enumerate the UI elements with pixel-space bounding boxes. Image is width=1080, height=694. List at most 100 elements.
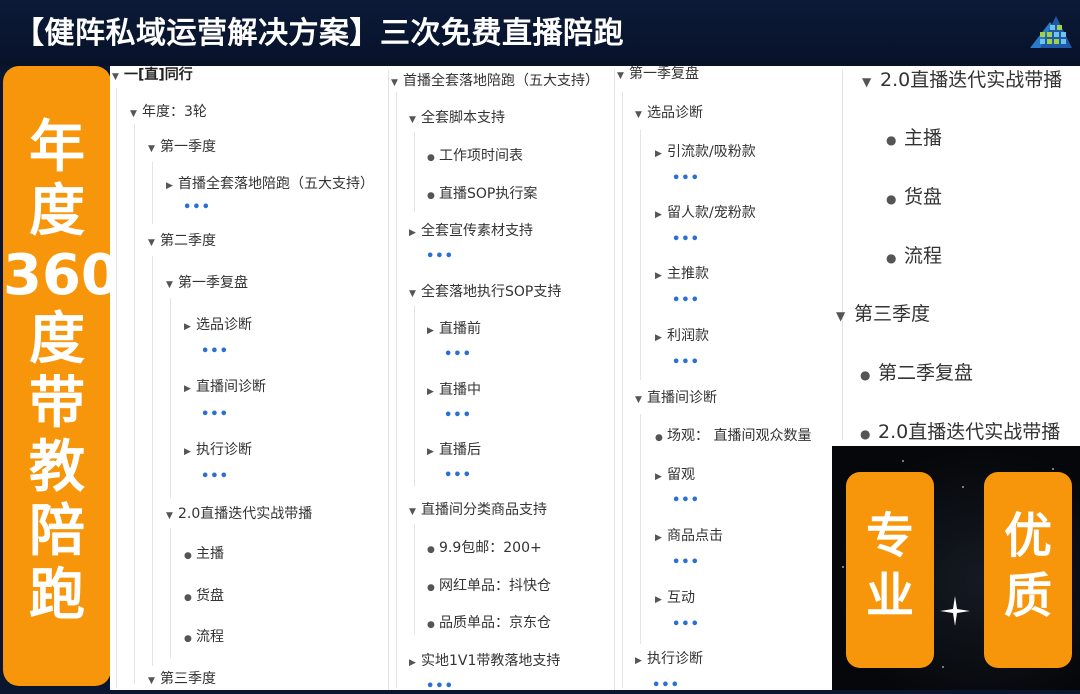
tree-node-flow[interactable]: ● 流程 xyxy=(184,628,224,648)
bullet-icon: ● xyxy=(886,251,897,265)
tree-node-c4-q3[interactable]: ▼ 第三季度 xyxy=(836,302,930,328)
tree-node-viewers[interactable]: ● 场观： 直播间观众数量 xyxy=(655,427,811,447)
tree-node-c4-goods[interactable]: ● 货盘 xyxy=(886,185,942,211)
tree-node-iter[interactable]: ▼ 2.0直播迭代实战带播 xyxy=(166,505,312,525)
tree-node-interact[interactable]: ▶ 互动 xyxy=(655,589,695,609)
tree-node-promo[interactable]: ▶ 全套宣传素材支持 xyxy=(409,222,533,242)
tree-node-exec-diag[interactable]: ▶ 执行诊断 xyxy=(635,650,703,670)
badge-quality: 优 质 xyxy=(984,472,1072,668)
caret-down-icon: ▼ xyxy=(836,309,846,323)
tree-node-traffic[interactable]: ▶ 引流款/吸粉款 xyxy=(655,143,756,163)
more-icon[interactable]: ••• xyxy=(672,294,700,307)
more-icon[interactable]: ••• xyxy=(672,494,700,507)
tree-node-root[interactable]: ▼ 一[直]同行 xyxy=(112,66,193,86)
more-icon[interactable]: ••• xyxy=(672,172,700,185)
caret-down-icon: ▼ xyxy=(148,676,155,686)
more-icon[interactable]: ••• xyxy=(426,250,454,263)
tree-guide-line xyxy=(414,306,415,486)
caret-right-icon: ▶ xyxy=(409,658,416,668)
caret-down-icon: ▼ xyxy=(166,511,173,521)
tree-node-q2[interactable]: ▼ 第二季度 xyxy=(148,232,216,252)
sparkle-icon xyxy=(940,596,970,626)
bullet-icon: ● xyxy=(184,634,192,644)
bullet-icon: ● xyxy=(427,583,435,593)
tree-node-script[interactable]: ▼ 全套脚本支持 xyxy=(409,109,505,129)
caret-down-icon: ▼ xyxy=(148,144,155,154)
tree-node-q1-child[interactable]: ▶ 首播全套落地陪跑（五大支持） xyxy=(166,175,374,195)
caret-right-icon: ▶ xyxy=(655,333,662,343)
tree-guide-line xyxy=(414,524,415,634)
caret-down-icon: ▼ xyxy=(617,71,624,81)
tree-guide-line xyxy=(640,130,641,380)
tree-node-retain[interactable]: ▶ 留人款/宠粉款 xyxy=(655,204,756,224)
tree-node-c2-root[interactable]: ▼ 首播全套落地陪跑（五大支持） xyxy=(391,72,599,92)
bullet-icon: ● xyxy=(184,593,192,603)
tree-node-c4-iter[interactable]: ▼ 2.0直播迭代实战带播 xyxy=(862,68,1062,94)
tree-node-room-diag[interactable]: ▼ 直播间诊断 xyxy=(635,389,717,409)
caret-down-icon: ▼ xyxy=(409,507,416,517)
caret-right-icon: ▶ xyxy=(409,228,416,238)
caret-down-icon: ▼ xyxy=(148,238,155,248)
tree-node-onsite[interactable]: ▶ 实地1V1带教落地支持 xyxy=(409,652,560,672)
tree-node-product-diag[interactable]: ▼ 选品诊断 xyxy=(635,104,703,124)
tree-node-year[interactable]: ▼ 年度：3轮 xyxy=(130,103,207,123)
more-icon[interactable]: ••• xyxy=(672,233,700,246)
more-icon[interactable]: ••• xyxy=(426,680,454,693)
more-icon[interactable]: ••• xyxy=(201,470,229,483)
bullet-icon: ● xyxy=(886,133,897,147)
tree-node-exec-sop[interactable]: ▼ 全套落地执行SOP支持 xyxy=(409,283,561,303)
tree-guide-line xyxy=(116,88,117,688)
tree-node-c4-iter2[interactable]: ● 2.0直播迭代实战带播 xyxy=(860,420,1060,446)
tree-node-main-push[interactable]: ▶ 主推款 xyxy=(655,265,709,285)
caret-right-icon: ▶ xyxy=(184,447,191,457)
tree-guide-line xyxy=(414,132,415,212)
tree-node-q3[interactable]: ▼ 第三季度 xyxy=(148,670,216,690)
caret-down-icon: ▼ xyxy=(862,75,872,89)
more-icon[interactable]: ••• xyxy=(444,409,472,422)
tree-node-during[interactable]: ▶ 直播中 xyxy=(427,381,481,401)
caret-right-icon: ▶ xyxy=(655,595,662,605)
more-icon[interactable]: ••• xyxy=(444,348,472,361)
more-icon[interactable]: ••• xyxy=(201,345,229,358)
tree-node-goods[interactable]: ● 货盘 xyxy=(184,587,224,607)
caret-down-icon: ▼ xyxy=(391,78,398,88)
caret-down-icon: ▼ xyxy=(409,289,416,299)
more-icon[interactable]: ••• xyxy=(201,408,229,421)
column-divider xyxy=(842,70,843,440)
tree-node-diag-room[interactable]: ▶ 直播间诊断 xyxy=(184,378,266,398)
more-icon[interactable]: ••• xyxy=(672,356,700,369)
more-icon[interactable]: ••• xyxy=(672,556,700,569)
tree-node-diag-exec[interactable]: ▶ 执行诊断 xyxy=(184,441,252,461)
tree-node-before[interactable]: ▶ 直播前 xyxy=(427,320,481,340)
tree-node-quality[interactable]: ● 品质单品：京东仓 xyxy=(427,614,551,634)
more-icon[interactable]: ••• xyxy=(672,618,700,631)
tree-node-stay[interactable]: ▶ 留观 xyxy=(655,466,695,486)
bullet-icon: ● xyxy=(886,192,897,206)
caret-right-icon: ▶ xyxy=(655,149,662,159)
tree-node-host[interactable]: ● 主播 xyxy=(184,545,224,565)
tree-node-category[interactable]: ▼ 直播间分类商品支持 xyxy=(409,501,547,521)
tree-node-c4-q2-review[interactable]: ● 第二季复盘 xyxy=(860,361,973,387)
tree-node-sop-plan[interactable]: ● 直播SOP执行案 xyxy=(427,185,537,205)
tree-node-after[interactable]: ▶ 直播后 xyxy=(427,441,481,461)
tree-node-c4-flow[interactable]: ● 流程 xyxy=(886,244,942,270)
more-icon[interactable]: ••• xyxy=(183,201,211,214)
tree-node-q1[interactable]: ▼ 第一季度 xyxy=(148,138,216,158)
column-divider xyxy=(614,70,615,690)
caret-right-icon: ▶ xyxy=(166,181,173,191)
tree-node-profit[interactable]: ▶ 利润款 xyxy=(655,327,709,347)
tree-node-free-ship[interactable]: ● 9.9包邮：200+ xyxy=(427,539,542,559)
caret-down-icon: ▼ xyxy=(409,115,416,125)
tree-node-click[interactable]: ▶ 商品点击 xyxy=(655,527,723,547)
tree-node-q2-review[interactable]: ▼ 第一季复盘 xyxy=(166,274,248,294)
tree-node-diag-product[interactable]: ▶ 选品诊断 xyxy=(184,316,252,336)
tree-node-influencer[interactable]: ● 网红单品：抖快仓 xyxy=(427,577,551,597)
more-icon[interactable]: ••• xyxy=(444,469,472,482)
tree-node-c3-root[interactable]: ▼ 第一季复盘 xyxy=(617,65,699,85)
tree-node-schedule[interactable]: ● 工作项时间表 xyxy=(427,147,523,167)
page-title: 【健阵私域运营解决方案】三次免费直播陪跑 xyxy=(14,16,624,51)
caret-down-icon: ▼ xyxy=(112,72,119,82)
tree-node-c4-host[interactable]: ● 主播 xyxy=(886,126,942,152)
caret-right-icon: ▶ xyxy=(655,472,662,482)
tree-guide-line xyxy=(640,414,641,644)
